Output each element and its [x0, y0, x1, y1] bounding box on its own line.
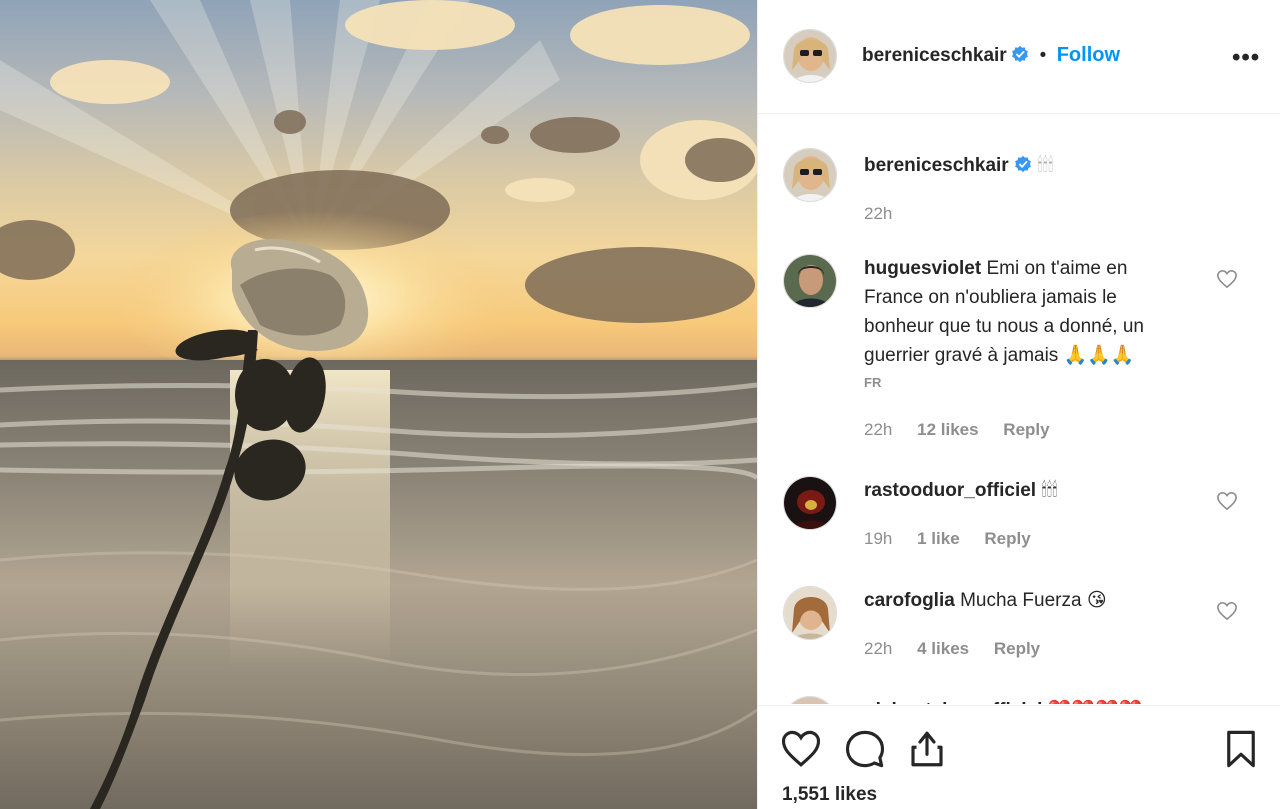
reply-button[interactable]: Reply [984, 529, 1030, 548]
avatar-photo [784, 255, 836, 307]
comment-meta: 22h 4 likes Reply [864, 639, 1060, 659]
commenter-avatar[interactable] [783, 696, 837, 704]
heart-icon[interactable] [1216, 269, 1238, 289]
caption-time: 22h [864, 204, 893, 223]
commenter-username[interactable]: huguesviolet [864, 258, 981, 279]
heart-icon[interactable] [1216, 491, 1238, 511]
more-icon[interactable]: ••• [1232, 44, 1260, 72]
comment-likes[interactable]: 12 likes [917, 420, 978, 439]
comment-text-line: bonheur que tu nous a donné, un [864, 316, 1144, 337]
comment-time: 22h [864, 420, 893, 439]
comment-meta: 22h 12 likes Reply [864, 420, 1070, 440]
comment-text-line: France on n'oubliera jamais le [864, 287, 1117, 308]
translation-tag[interactable]: FR [864, 375, 881, 390]
post-side-panel: bereniceschkair • Follow ••• berenicesch… [757, 0, 1280, 809]
post-actions-footer: 1,551 likes [758, 705, 1280, 809]
bookmark-icon[interactable] [1220, 728, 1262, 770]
comment-meta: 19h 1 like Reply [864, 529, 1051, 549]
caption-text: 🕯🕯🕯 [1037, 155, 1054, 176]
share-icon[interactable] [906, 728, 948, 770]
avatar-photo [784, 149, 836, 201]
separator-dot: • [1039, 45, 1047, 66]
comments-list[interactable]: bereniceschkair 🕯🕯🕯 22h huguesviolet Emi… [758, 114, 1280, 704]
comment-time: 22h [864, 639, 893, 658]
comment-likes[interactable]: 4 likes [917, 639, 969, 658]
comment-text: Mucha Fuerza 😘 [960, 590, 1107, 611]
author-username[interactable]: bereniceschkair [862, 45, 1007, 66]
caption-text-row: bereniceschkair 🕯🕯🕯 [864, 151, 1053, 180]
commenter-avatar[interactable] [783, 476, 837, 530]
comment-text-block: huguesviolet Emi on t'aime en France on … [864, 254, 1144, 370]
avatar-photo [784, 30, 836, 82]
heart-icon[interactable] [780, 728, 822, 770]
caption-meta: 22h [864, 204, 912, 224]
comment-likes[interactable]: 1 like [917, 529, 960, 548]
comment-text: 🕯🕯🕯 [1041, 480, 1058, 501]
header-title-row: bereniceschkair • Follow [862, 44, 1120, 67]
commenter-username[interactable]: carofoglia [864, 590, 955, 611]
comment-icon[interactable] [844, 728, 886, 770]
commenter-username[interactable]: rastooduor_officiel [864, 480, 1036, 501]
comment-text-block: rastooduor_officiel 🕯🕯🕯 [864, 476, 1058, 505]
verified-icon [1012, 45, 1028, 63]
verified-icon [1015, 155, 1031, 173]
comment-time: 19h [864, 529, 893, 548]
avatar-photo [784, 587, 836, 639]
heart-icon[interactable] [1216, 601, 1238, 621]
post-photo[interactable] [0, 0, 757, 809]
caption-username[interactable]: bereniceschkair [864, 155, 1009, 176]
commenter-avatar[interactable] [783, 254, 837, 308]
author-avatar[interactable] [783, 29, 837, 83]
avatar-photo [784, 477, 836, 529]
avatar-photo [784, 697, 836, 704]
commenter-avatar[interactable] [783, 586, 837, 640]
commenter-username[interactable]: olchantalgn_officiel [864, 700, 1042, 704]
caption-avatar[interactable] [783, 148, 837, 202]
comment-text-line: Emi on t'aime en [986, 258, 1128, 279]
sunset-rose-image [0, 0, 757, 809]
comment-text-line: guerrier gravé à jamais 🙏🙏🙏 [864, 345, 1135, 366]
comment-text-block: carofoglia Mucha Fuerza 😘 [864, 586, 1107, 615]
reply-button[interactable]: Reply [994, 639, 1040, 658]
comment-text-block: olchantalgn_officiel ❤️❤️❤️❤️ [864, 696, 1142, 704]
reply-button[interactable]: Reply [1003, 420, 1049, 439]
follow-button[interactable]: Follow [1057, 44, 1120, 66]
comment-text: ❤️❤️❤️❤️ [1048, 700, 1143, 704]
post-likes-count[interactable]: 1,551 likes [782, 784, 877, 806]
post-header: bereniceschkair • Follow ••• [758, 0, 1280, 114]
